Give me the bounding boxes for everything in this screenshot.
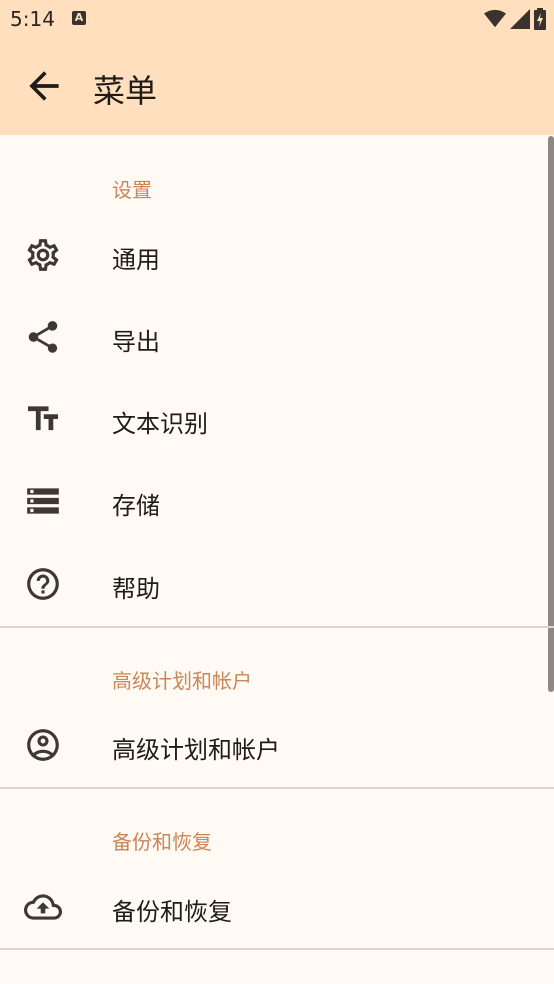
menu-item-premium-account[interactable]: 高级计划和帐户 xyxy=(0,704,554,786)
notification-a-icon: A xyxy=(72,11,86,25)
gear-icon xyxy=(27,239,59,271)
divider xyxy=(0,787,554,789)
status-icons xyxy=(484,8,546,30)
section-header-backup: 备份和恢复 xyxy=(112,830,212,854)
menu-item-text-recognition[interactable]: 文本识别 xyxy=(0,378,554,460)
text-fields-icon xyxy=(27,406,59,431)
share-icon xyxy=(28,321,58,353)
status-time: 5:14 xyxy=(10,7,55,31)
menu-label-storage: 存储 xyxy=(112,492,160,520)
section-header-settings: 设置 xyxy=(112,178,152,202)
menu-item-general[interactable]: 通用 xyxy=(0,214,554,296)
status-bar: 5:14 A xyxy=(0,0,554,38)
cloud-upload-icon xyxy=(24,894,62,920)
section-header-premium: 高级计划和帐户 xyxy=(112,669,252,693)
page-title: 菜单 xyxy=(93,72,158,110)
divider xyxy=(0,626,554,628)
app-bar: 菜单 xyxy=(0,38,554,135)
menu-label-text-recognition: 文本识别 xyxy=(112,410,208,438)
arrow-back-icon xyxy=(29,71,59,101)
menu-label-help: 帮助 xyxy=(112,575,160,603)
back-button[interactable] xyxy=(22,64,66,108)
account-circle-icon xyxy=(27,729,59,761)
divider xyxy=(0,948,554,950)
menu-label-export: 导出 xyxy=(112,328,160,356)
wifi-icon xyxy=(484,9,506,28)
menu-item-storage[interactable]: 存储 xyxy=(0,460,554,542)
menu-label-premium-account: 高级计划和帐户 xyxy=(112,736,280,764)
menu-label-general: 通用 xyxy=(112,246,160,274)
menu-label-backup-restore: 备份和恢复 xyxy=(112,898,232,926)
menu-item-backup-restore[interactable]: 备份和恢复 xyxy=(0,866,554,948)
battery-charging-icon xyxy=(534,8,546,30)
menu-item-export[interactable]: 导出 xyxy=(0,296,554,378)
menu-item-help[interactable]: 帮助 xyxy=(0,543,554,625)
help-icon xyxy=(27,568,59,600)
storage-icon xyxy=(27,488,59,514)
cellular-signal-icon xyxy=(510,9,530,29)
